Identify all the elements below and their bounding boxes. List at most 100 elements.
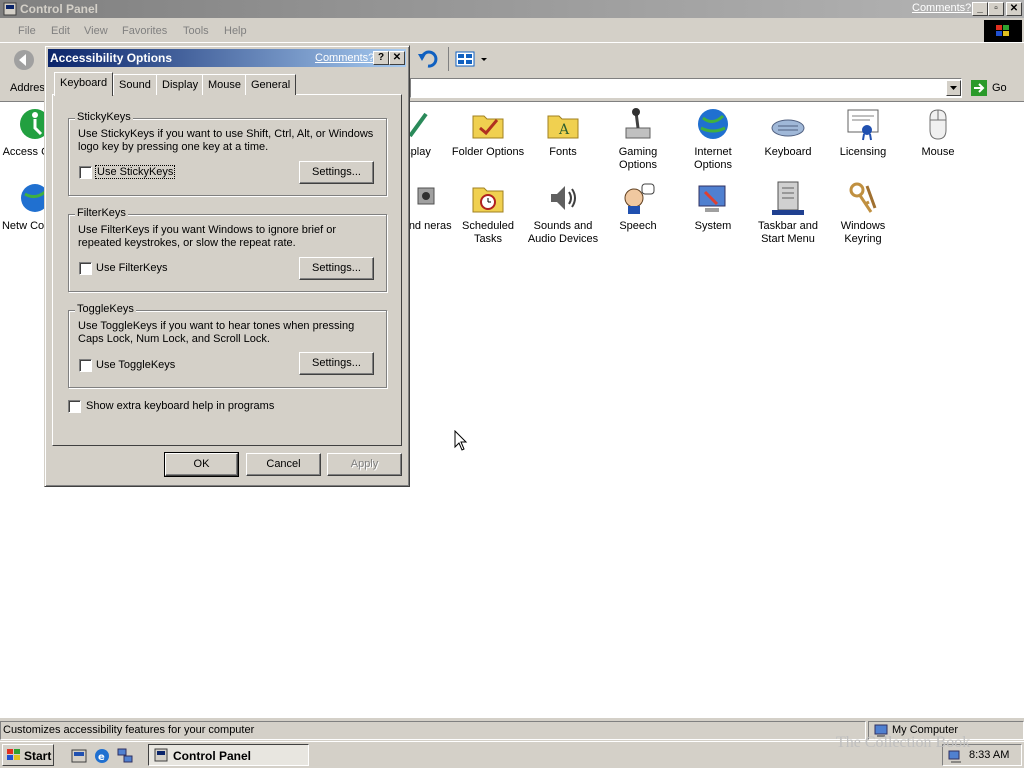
tab-mouse[interactable]: Mouse (202, 74, 248, 95)
filterkeys-checkbox-label[interactable]: Use FilterKeys (96, 262, 168, 274)
group-title: ToggleKeys (75, 303, 136, 315)
menu-tools[interactable]: Tools (183, 25, 209, 37)
extra-help-checkbox[interactable] (68, 400, 81, 413)
minimize-button[interactable]: _ (972, 2, 988, 16)
speaker-icon (551, 186, 576, 210)
taskbar-button-label: Control Panel (173, 749, 252, 763)
address-label: Addres (10, 82, 45, 94)
icon-label: Gaming Options (618, 146, 658, 171)
tab-keyboard[interactable]: Keyboard (54, 72, 114, 96)
stickykeys-settings-button[interactable]: Settings... (299, 161, 374, 184)
restore-button[interactable]: ▫ (988, 2, 1004, 16)
icon-licensing[interactable]: Licensing (825, 106, 901, 159)
icon-label: Windows Keyring (840, 220, 886, 245)
folder-options-icon (472, 115, 504, 139)
filterkeys-checkbox[interactable] (79, 262, 92, 275)
menu-file[interactable]: File (18, 25, 36, 37)
undo-icon[interactable] (416, 48, 440, 70)
icon-sounds-audio[interactable]: Sounds and Audio Devices (525, 180, 601, 246)
ok-button[interactable]: OK (164, 452, 239, 477)
tab-sound[interactable]: Sound (113, 74, 157, 95)
menu-favorites[interactable]: Favorites (122, 25, 167, 37)
go-arrow-icon[interactable] (970, 79, 988, 97)
cancel-button[interactable]: Cancel (246, 453, 321, 476)
network-icon[interactable] (116, 747, 134, 765)
toolbar-divider (448, 47, 449, 71)
windows-logo (984, 20, 1022, 42)
watermark: The Collection Book (836, 734, 971, 751)
tab-general[interactable]: General (245, 74, 297, 95)
dialog-comments-link[interactable]: Comments? (315, 52, 374, 64)
start-label: Start (24, 749, 52, 763)
control-panel-icon (3, 2, 17, 16)
togglekeys-group: ToggleKeys Use ToggleKeys if you want to… (68, 303, 387, 388)
address-dropdown[interactable] (946, 80, 961, 96)
icon-scheduled-tasks[interactable]: Scheduled Tasks (450, 180, 526, 246)
show-desktop-icon[interactable] (70, 747, 88, 765)
window-title-bar[interactable]: Control Panel Comments? _ ▫ ✕ (0, 0, 1024, 18)
close-button[interactable]: ✕ (1006, 2, 1022, 16)
icon-taskbar-start-menu[interactable]: Taskbar and Start Menu (750, 180, 826, 246)
icon-label: Mouse (921, 146, 955, 158)
system-icon (698, 185, 726, 212)
menu-edit[interactable]: Edit (51, 25, 70, 37)
group-title: FilterKeys (75, 207, 128, 219)
dialog-title-bar[interactable]: Accessibility Options Comments? ? ✕ (48, 49, 406, 67)
icon-windows-keyring[interactable]: Windows Keyring (825, 180, 901, 246)
filterkeys-settings-button[interactable]: Settings... (299, 257, 374, 280)
comments-link[interactable]: Comments? (912, 2, 971, 14)
icon-mouse[interactable]: Mouse (900, 106, 976, 159)
taskbar-button-control-panel[interactable]: Control Panel (148, 744, 309, 766)
scheduled-tasks-icon (472, 187, 504, 213)
icon-system[interactable]: System (675, 180, 751, 233)
icon-folder-options[interactable]: Folder Options (450, 106, 526, 159)
togglekeys-checkbox[interactable] (79, 359, 92, 372)
stickykeys-checkbox-label[interactable]: Use StickyKeys (94, 165, 176, 179)
start-button[interactable]: Start (2, 744, 54, 766)
tab-display[interactable]: Display (156, 74, 205, 95)
keyboard-icon (771, 119, 805, 137)
icon-label: Folder Options (451, 146, 525, 158)
group-description: Use StickyKeys if you want to use Shift,… (78, 128, 374, 153)
mouse-cursor-icon (454, 430, 468, 451)
clock: 8:33 AM (969, 749, 1010, 761)
icon-label: Fonts (549, 146, 577, 158)
icon-fonts[interactable]: A Fonts (525, 106, 601, 159)
icon-gaming-options[interactable]: Gaming Options (600, 106, 676, 172)
globe-icon (698, 109, 728, 139)
group-description: Use ToggleKeys if you want to hear tones… (78, 320, 355, 345)
filterkeys-group: FilterKeys Use FilterKeys if you want Wi… (68, 207, 387, 292)
speech-icon (624, 183, 655, 214)
group-title: StickyKeys (75, 111, 133, 123)
views-icon[interactable] (454, 50, 488, 68)
icon-label: Scheduled Tasks (462, 220, 514, 245)
taskbar: Start e Control Panel 8:33 AM The Collec… (0, 734, 1024, 768)
icon-keyboard[interactable]: Keyboard (750, 106, 826, 159)
dialog-close-button[interactable]: ✕ (389, 51, 405, 65)
togglekeys-settings-button[interactable]: Settings... (299, 352, 374, 375)
icon-label: Sounds and Audio Devices (527, 220, 599, 245)
menu-bar: File Edit View Favorites Tools Help (0, 19, 1024, 43)
menu-view[interactable]: View (84, 25, 108, 37)
extra-help-checkbox-label[interactable]: Show extra keyboard help in programs (86, 400, 274, 412)
icon-label: Internet Options (694, 146, 732, 171)
svg-text:A: A (558, 122, 570, 138)
back-arrow-icon[interactable] (12, 48, 36, 72)
icon-label: Taskbar and Start Menu (758, 220, 818, 245)
fonts-folder-icon: A (547, 115, 579, 139)
internet-explorer-icon[interactable]: e (93, 747, 111, 765)
taskbar-icon (772, 181, 804, 215)
stickykeys-checkbox[interactable] (79, 166, 92, 179)
menu-help[interactable]: Help (224, 25, 247, 37)
svg-text:e: e (98, 752, 105, 763)
icon-internet-options[interactable]: Internet Options (675, 106, 751, 172)
window-title: Control Panel (20, 2, 99, 16)
stickykeys-group: StickyKeys Use StickyKeys if you want to… (68, 111, 387, 196)
dialog-help-button[interactable]: ? (373, 51, 389, 65)
apply-button[interactable]: Apply (327, 453, 402, 476)
icon-label: System (694, 220, 732, 232)
go-button[interactable]: Go (992, 82, 1007, 94)
icon-speech[interactable]: Speech (600, 180, 676, 233)
togglekeys-checkbox-label[interactable]: Use ToggleKeys (96, 359, 175, 371)
address-input[interactable] (410, 78, 962, 98)
